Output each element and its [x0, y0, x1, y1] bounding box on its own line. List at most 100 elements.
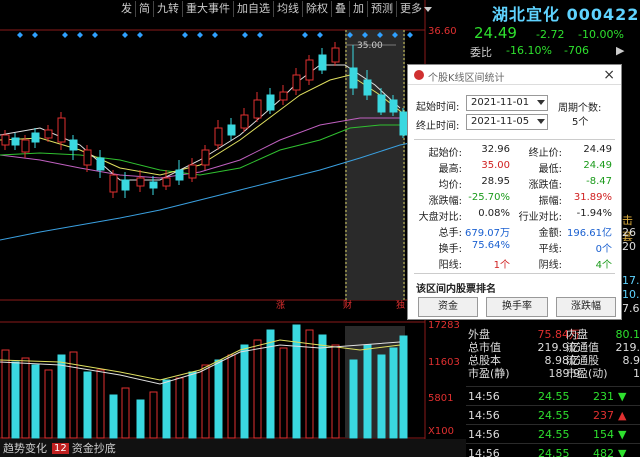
event-diamond-icon [257, 32, 263, 38]
stat-value: 0个 [595, 244, 612, 255]
rank-by-turnover-button[interactable]: 换手率 [486, 297, 548, 317]
stat-row: 阳线: 1个 阴线: 4个 [408, 256, 623, 271]
stat-row: 换手: 75.64% 平线: 0个 [408, 240, 623, 255]
toolbar-item[interactable]: 均线 [274, 1, 303, 17]
vol-axis-label: 5801 [428, 393, 454, 404]
volume-bar [11, 361, 20, 439]
volume-bar [136, 399, 145, 439]
clipped-text: 20 [622, 240, 636, 253]
volume-bar [175, 377, 184, 439]
end-date-value: 2021-11-05 [471, 116, 530, 127]
kline-interval-stats-dialog: 个股K线区间统计 × 起始时间: 2021-11-01 终止时间: 2021-1… [407, 64, 622, 320]
toolbar-item[interactable]: 发 [118, 1, 136, 17]
toolbar-item[interactable]: 加 [350, 1, 368, 17]
toolbar-item[interactable]: 加自选 [234, 1, 274, 17]
clipped-column: 击套 26 20 17. 10. 7.6 [622, 212, 640, 316]
stat-label: 流通股 [566, 354, 599, 367]
volume-bar [57, 354, 66, 439]
kline-chart[interactable]: 35.00 涨 财 独 [0, 0, 426, 440]
expand-arrow-icon[interactable]: ▶ [616, 44, 624, 57]
rank-by-change-button[interactable]: 涨跌幅 [556, 297, 616, 317]
toolbar-item[interactable]: 重大事件 [183, 1, 234, 17]
volume-bar [331, 344, 340, 439]
clipped-text: 10. [622, 288, 640, 301]
stat-row: 大盘对比: 0.08% 行业对比: -1.94% [408, 208, 623, 223]
stat-value: -8.47 [586, 176, 612, 187]
stat-value: 32.96 [481, 144, 510, 155]
stat-value: 24.49 [583, 144, 612, 155]
stat-row: 总股本 8.98亿 流通股 8.9 [466, 354, 640, 367]
tick-volume: 482 [593, 447, 614, 457]
toolbar-item[interactable]: 除权 [303, 1, 332, 17]
stat-row: 外盘 75.84万 内盘 80.1 [466, 328, 640, 341]
tab-trend-change[interactable]: 趋势变化 [0, 440, 50, 456]
dialog-titlebar[interactable]: 个股K线区间统计 × [408, 65, 621, 85]
volume-bar [279, 347, 288, 439]
end-date-select[interactable]: 2021-11-05 [466, 114, 548, 130]
candle-body [349, 67, 358, 89]
toolbar-item[interactable]: 简 [136, 1, 154, 17]
toolbar-more[interactable]: 更多 [397, 1, 435, 17]
event-diamond-icon [17, 32, 23, 38]
cycle-count-value: 5个 [572, 117, 589, 128]
down-arrow-icon: ▼ [618, 390, 627, 403]
volume-bar [377, 354, 386, 439]
stat-label: 流通值 [566, 341, 599, 354]
start-date-select[interactable]: 2021-11-01 [466, 95, 548, 111]
date-mark: 独 [396, 299, 405, 311]
volume-bar [1, 349, 10, 439]
end-date-label: 终止时间: [416, 121, 460, 132]
kline-chart-canvas[interactable]: 35.00 涨 财 独 [0, 0, 466, 440]
volume-bar [253, 339, 262, 439]
stat-value: 4个 [595, 260, 612, 271]
volume-bar [240, 344, 249, 439]
close-icon[interactable]: × [603, 67, 615, 83]
date-mark: 财 [343, 299, 352, 311]
rank-by-amount-button[interactable]: 资金 [418, 297, 478, 317]
candle-body [121, 179, 130, 191]
toolbar-item[interactable]: 叠 [332, 1, 350, 17]
cycle-count-label: 周期个数: [558, 103, 602, 114]
volume-bar [31, 364, 40, 439]
candle-body [175, 169, 184, 181]
candle-body [162, 177, 171, 187]
volume-bar [149, 391, 158, 439]
chart-toolbar: 发 简 九转 重大事件 加自选 均线 除权 叠 加 预测 更多 [118, 0, 435, 18]
stat-value: 219. [615, 341, 640, 354]
toolbar-item[interactable]: 预测 [368, 1, 397, 17]
clipped-text: 击套 [622, 214, 633, 243]
candle-body [214, 127, 223, 146]
stat-label: 涨跌值: [528, 180, 562, 191]
toolbar-item[interactable]: 九转 [154, 1, 183, 17]
candle-body [331, 47, 340, 63]
stat-row: 总市值 219.9亿 流通值 219. [466, 341, 640, 354]
stat-value: -1.94% [576, 208, 612, 219]
candle-body [188, 164, 197, 179]
bottom-tab-bar: 趋势变化 12 资金抄底 [0, 439, 466, 457]
stat-value: 0.08% [478, 208, 510, 219]
candle-body [136, 177, 145, 187]
tab-capital-bottom[interactable]: 资金抄底 [69, 440, 119, 456]
stat-label: 换手: [438, 244, 462, 255]
stat-label: 总手: [438, 228, 462, 239]
stat-label: 阴线: [538, 260, 562, 271]
stat-row: 涨跌幅: -25.70% 振幅: 31.89% [408, 192, 623, 207]
stat-label: 总股本 [468, 354, 501, 367]
candle-body [227, 124, 236, 136]
volume-bar [109, 394, 118, 439]
stat-label: 市盈(动) [566, 367, 608, 380]
stat-value: -25.70% [468, 192, 510, 203]
volume-bar [44, 369, 53, 439]
event-diamond-icon [212, 32, 218, 38]
stat-label: 阳线: [438, 260, 462, 271]
down-arrow-icon: ▼ [618, 447, 627, 457]
stat-label: 最低: [538, 164, 562, 175]
tick-row: 14:56 24.55 154 ▼ [466, 424, 640, 443]
volume-bar [349, 359, 358, 439]
stat-label: 平线: [538, 244, 562, 255]
tick-volume: 231 [593, 390, 614, 403]
candle-body [318, 54, 327, 71]
up-arrow-icon: ▲ [618, 409, 627, 422]
volume-bar [227, 354, 236, 439]
stock-title: 湖北宜化 000422 [492, 1, 639, 25]
